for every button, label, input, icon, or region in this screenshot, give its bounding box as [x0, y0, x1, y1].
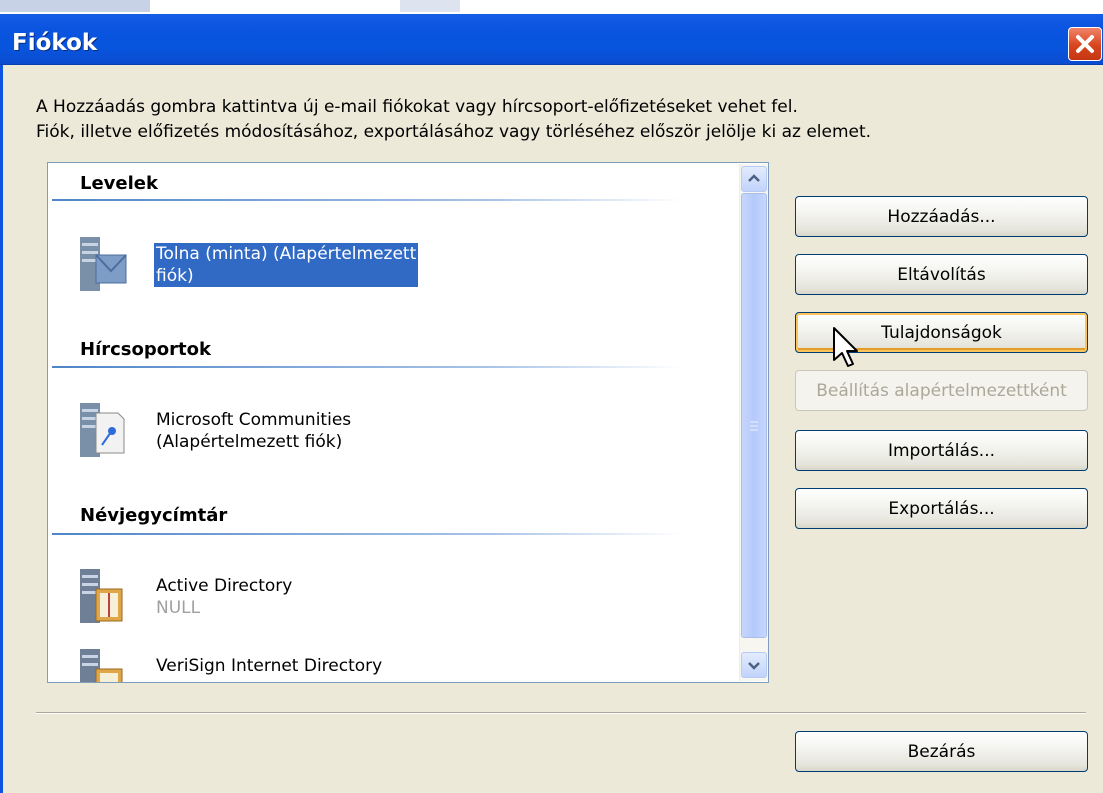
group-divider	[52, 366, 682, 368]
close-window-button[interactable]	[1068, 27, 1102, 61]
window-title: Fiókok	[12, 30, 98, 56]
mail-server-icon	[80, 237, 127, 291]
item-line-2: fiók)	[156, 266, 194, 286]
scroll-up-button[interactable]	[741, 166, 767, 192]
news-server-icon	[80, 403, 125, 457]
group-divider	[52, 199, 682, 201]
dialog-separator	[36, 712, 1086, 714]
export-button[interactable]: Exportálás...	[795, 488, 1088, 529]
instructions-line-2: Fiók, illetve előfizetés módosításához, …	[36, 122, 872, 142]
directory-server-icon	[80, 569, 123, 623]
list-item-label: Microsoft Communities (Alapértelmezett f…	[156, 409, 351, 453]
list-item-label: VeriSign Internet Directory	[156, 655, 382, 677]
item-line-1: Microsoft Communities	[156, 410, 352, 430]
remove-button[interactable]: Eltávolítás	[795, 254, 1088, 295]
scroll-down-button[interactable]	[741, 652, 767, 678]
list-scrollbar[interactable]	[739, 164, 768, 681]
directory-server-icon	[80, 649, 123, 682]
accounts-list[interactable]: Levelek Tolna (minta) (Alapértelmezett f…	[47, 162, 769, 683]
list-item-label: Active Directory NULL	[156, 575, 292, 619]
instructions: A Hozzáadás gombra kattintva új e-mail f…	[36, 95, 871, 145]
desktop-fragment	[400, 0, 460, 12]
item-line-1: Tolna (minta) (Alapértelmezett	[156, 244, 417, 264]
grip-icon	[750, 421, 758, 431]
item-line-2: (Alapértelmezett fiók)	[156, 432, 343, 452]
scroll-thumb[interactable]	[741, 193, 767, 638]
chevron-down-icon	[748, 662, 760, 670]
instructions-line-1: A Hozzáadás gombra kattintva új e-mail f…	[36, 97, 798, 117]
close-button[interactable]: Bezárás	[795, 731, 1088, 772]
group-header-news: Hírcsoportok	[80, 339, 211, 360]
item-line-1: Active Directory	[156, 576, 293, 596]
close-icon	[1076, 35, 1094, 53]
chevron-up-icon	[748, 174, 760, 182]
mouse-cursor-icon	[833, 327, 858, 367]
item-line-2: NULL	[156, 598, 201, 618]
window-frame-left	[0, 65, 3, 793]
add-button[interactable]: Hozzáadás...	[795, 196, 1088, 237]
desktop-strip	[0, 0, 1103, 14]
import-button[interactable]: Importálás...	[795, 430, 1088, 471]
desktop-fragment	[0, 0, 150, 12]
group-header-mail: Levelek	[80, 173, 158, 194]
group-divider	[52, 533, 682, 535]
title-bar[interactable]: Fiókok	[0, 0, 1103, 65]
set-default-button[interactable]: Beállítás alapértelmezettként	[795, 370, 1088, 411]
list-item-label: Tolna (minta) (Alapértelmezett fiók)	[154, 243, 419, 287]
group-header-directory: Névjegycímtár	[80, 505, 228, 526]
item-line-1: VeriSign Internet Directory	[156, 656, 383, 676]
